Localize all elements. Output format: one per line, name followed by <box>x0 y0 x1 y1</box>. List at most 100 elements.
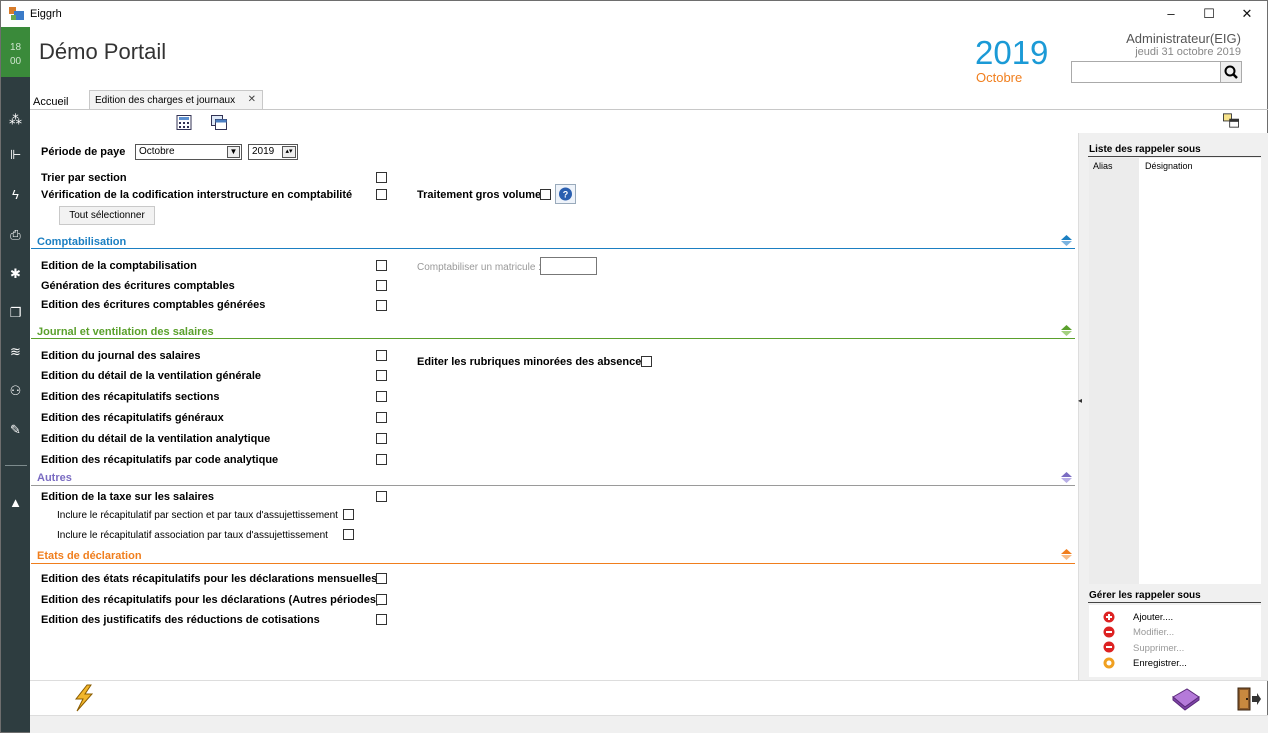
etats-item-3-checkbox[interactable] <box>376 614 387 625</box>
periode-label: Période de paye <box>41 146 126 158</box>
minimize-button[interactable]: – <box>1151 1 1191 27</box>
journal-item-4-checkbox[interactable] <box>376 412 387 423</box>
rappel-manage-divider <box>1088 602 1261 603</box>
status-bar <box>30 715 1268 733</box>
compta-item-2-checkbox[interactable] <box>376 280 387 291</box>
exit-door-icon[interactable] <box>1235 686 1261 712</box>
calculator-icon[interactable] <box>176 115 192 130</box>
journal-item-3-checkbox[interactable] <box>376 391 387 402</box>
rappel-col-alias[interactable]: Alias <box>1093 161 1113 171</box>
maximize-button[interactable]: ☐ <box>1189 1 1229 27</box>
search-input[interactable] <box>1071 61 1221 83</box>
section-autres-title: Autres <box>37 472 72 484</box>
edit-icon[interactable] <box>1103 626 1115 638</box>
journal-item-6: Edition des récapitulatifs par code anal… <box>41 454 279 466</box>
autres-sub-1-label: Inclure le récapitulatif par section et … <box>57 510 338 521</box>
journal-item-5-checkbox[interactable] <box>376 433 387 444</box>
compta-item-1: Edition de la comptabilisation <box>41 260 197 272</box>
month-select[interactable]: Octobre ▼ <box>135 144 242 160</box>
org-chart-icon[interactable]: ⁂ <box>1 109 30 131</box>
select-all-button[interactable]: Tout sélectionner <box>59 206 155 225</box>
add-icon[interactable] <box>1103 611 1115 623</box>
journal-item-2-checkbox[interactable] <box>376 370 387 381</box>
tab-close-icon[interactable]: ✕ <box>248 94 256 105</box>
year-stepper[interactable]: 2019 ▴▾ <box>248 144 298 160</box>
current-month: Octobre <box>976 70 1023 85</box>
execute-lightning-icon[interactable] <box>71 684 97 712</box>
edit-rappel-button[interactable]: Modifier... <box>1133 627 1174 638</box>
section-comptabilisation-title: Comptabilisation <box>37 236 127 248</box>
panel-splitter-handle[interactable]: ◂ <box>1078 396 1083 410</box>
layers-icon[interactable]: ≋ <box>1 341 30 363</box>
title-bar: Eiggrh – ☐ ✕ <box>1 1 1267 27</box>
current-year: 2019 <box>975 34 1049 71</box>
add-rappel-button[interactable]: Ajouter.... <box>1133 612 1173 623</box>
delete-rappel-button[interactable]: Supprimer... <box>1133 643 1184 654</box>
clock-minute: 00 <box>9 56 22 67</box>
save-icon[interactable] <box>1103 657 1115 669</box>
bottom-divider <box>30 680 1268 681</box>
collapse-section-icon[interactable] <box>1061 472 1072 483</box>
clock-widget: 18 00 <box>1 27 30 77</box>
rubriques-label: Editer les rubriques minorées des absenc… <box>417 356 648 368</box>
etats-item-1-checkbox[interactable] <box>376 573 387 584</box>
rappel-alias-column <box>1089 158 1139 584</box>
delete-icon[interactable] <box>1103 641 1115 653</box>
chevron-down-icon: ▼ <box>227 146 240 158</box>
journal-item-1: Edition du journal des salaires <box>41 350 201 362</box>
compta-item-3: Edition des écritures comptables générée… <box>41 299 266 311</box>
journal-item-5: Edition du détail de la ventilation anal… <box>41 433 271 445</box>
tools-icon[interactable]: ✱ <box>1 263 30 285</box>
tab-home[interactable]: Accueil <box>33 96 68 108</box>
print-icon[interactable]: ⎙ <box>1 224 30 246</box>
journal-item-4: Edition des récapitulatifs généraux <box>41 412 224 424</box>
matricule-input[interactable] <box>540 257 597 275</box>
documents-stack-icon[interactable] <box>1171 685 1201 711</box>
autres-sub-1-checkbox[interactable] <box>343 509 354 520</box>
autres-sub-2-checkbox[interactable] <box>343 529 354 540</box>
collapse-section-icon[interactable] <box>1061 235 1072 246</box>
journal-item-6-checkbox[interactable] <box>376 454 387 465</box>
etats-item-2: Edition des récapitulatifs pour les décl… <box>41 594 380 606</box>
help-button[interactable]: ? <box>555 184 576 204</box>
app-icon <box>9 7 24 20</box>
search-button[interactable] <box>1220 61 1242 83</box>
rubriques-checkbox[interactable] <box>641 356 652 367</box>
rappel-col-designation[interactable]: Désignation <box>1145 161 1193 171</box>
journal-item-1-checkbox[interactable] <box>376 350 387 361</box>
window-title: Eiggrh <box>30 8 62 20</box>
swap-windows-icon[interactable] <box>1223 113 1239 128</box>
close-window-button[interactable]: ✕ <box>1227 1 1267 27</box>
tab-edition-charges[interactable]: Edition des charges et journaux ✕ <box>89 90 263 110</box>
windows-icon[interactable] <box>211 115 227 130</box>
documents-icon[interactable]: ❐ <box>1 302 30 324</box>
compta-item-1-checkbox[interactable] <box>376 260 387 271</box>
stepper-arrows-icon: ▴▾ <box>282 146 296 158</box>
matricule-label: Comptabiliser un matricule : <box>417 262 541 273</box>
trier-checkbox[interactable] <box>376 172 387 183</box>
autres-taxe-label: Edition de la taxe sur les salaires <box>41 491 215 503</box>
graduation-icon[interactable]: ▲ <box>1 492 30 514</box>
users-icon[interactable]: ⚇ <box>1 380 30 402</box>
verif-checkbox[interactable] <box>376 189 387 200</box>
section-journal-title: Journal et ventilation des salaires <box>37 326 214 338</box>
gros-volume-label: Traitement gros volume <box>417 189 542 201</box>
lightning-icon[interactable]: ϟ <box>1 184 30 206</box>
page-title: Démo Portail <box>39 39 167 64</box>
compta-item-3-checkbox[interactable] <box>376 300 387 311</box>
section-divider <box>31 338 1075 339</box>
month-select-value: Octobre <box>139 146 175 157</box>
employee-icon[interactable]: ⊩ <box>1 144 30 166</box>
search-icon <box>1224 65 1238 79</box>
svg-text:?: ? <box>563 190 569 200</box>
etats-item-2-checkbox[interactable] <box>376 594 387 605</box>
edit-document-icon[interactable]: ✎ <box>1 419 30 441</box>
autres-taxe-checkbox[interactable] <box>376 491 387 502</box>
compta-item-2: Génération des écritures comptables <box>41 280 235 292</box>
collapse-section-icon[interactable] <box>1061 549 1072 560</box>
gros-volume-checkbox[interactable] <box>540 189 551 200</box>
tab-divider <box>30 109 1268 110</box>
collapse-section-icon[interactable] <box>1061 325 1072 336</box>
current-date: jeudi 31 octobre 2019 <box>1135 46 1241 58</box>
save-rappel-button[interactable]: Enregistrer... <box>1133 658 1187 669</box>
